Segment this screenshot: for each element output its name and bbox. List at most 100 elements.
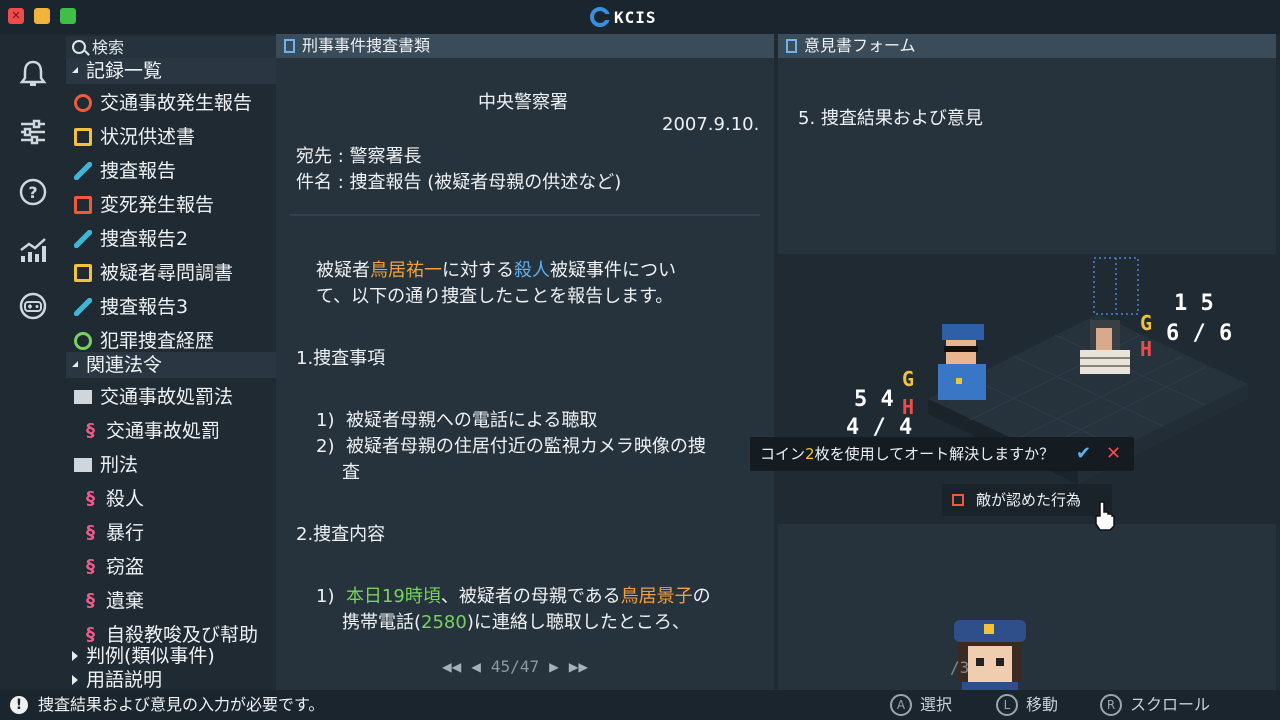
law-label: 交通事故処罰法 bbox=[100, 386, 234, 408]
hand-cursor-icon bbox=[1095, 501, 1115, 531]
warning-icon: ! bbox=[10, 696, 28, 714]
checkbox[interactable] bbox=[952, 494, 964, 506]
record-item[interactable]: 変死発生報告 bbox=[66, 188, 276, 222]
law-section-item[interactable]: § 窃盗 bbox=[66, 550, 276, 584]
record-item[interactable]: 状況供述書 bbox=[66, 120, 276, 154]
text-span: に対する bbox=[442, 260, 514, 281]
officer-sprite bbox=[938, 324, 986, 400]
record-label: 被疑者尋問調書 bbox=[100, 262, 234, 284]
right-attack-stat: 1 5 bbox=[1174, 291, 1214, 316]
section-1-item-1: 1) 被疑者母親への電話による聴取 bbox=[316, 406, 597, 432]
title-bar: ✕ KCIS bbox=[0, 0, 1280, 34]
file-icon bbox=[284, 39, 295, 53]
app-name: KCIS bbox=[614, 7, 657, 27]
section-sign-icon: § bbox=[86, 624, 95, 645]
icon-sidebar: ? bbox=[0, 34, 66, 690]
intro-line-2: て、以下の通り捜査したことを報告します。 bbox=[316, 286, 674, 307]
left-h-label: H bbox=[902, 395, 914, 419]
section-2-item-1: 1) 本日19時頃、被疑者の母親である鳥居景子の bbox=[316, 582, 711, 608]
hint-label: 選択 bbox=[920, 695, 953, 714]
phone-keyword[interactable]: 2580 bbox=[421, 612, 467, 633]
laws-heading-label: 関連法令 bbox=[86, 354, 163, 376]
maximize-button[interactable] bbox=[60, 8, 76, 24]
form-lower-area bbox=[778, 524, 1276, 690]
addressee: 宛先 : 警察署長 bbox=[296, 146, 422, 167]
confirm-check-icon[interactable]: ✔ bbox=[1076, 437, 1091, 471]
last-page-icon[interactable]: ▶▶ bbox=[569, 657, 588, 676]
hint-scroll: R スクロール bbox=[1100, 694, 1210, 716]
close-button[interactable]: ✕ bbox=[8, 8, 24, 24]
intro-line-1: 被疑者鳥居祐一に対する殺人被疑事件につい bbox=[316, 256, 676, 282]
law-section-item[interactable]: § 暴行 bbox=[66, 516, 276, 550]
hint-select: A 選択 bbox=[890, 694, 952, 716]
law-section-item[interactable]: § 交通事故処罰 bbox=[66, 414, 276, 448]
laws-section-heading[interactable]: 関連法令 bbox=[66, 352, 276, 378]
law-label: 交通事故処罰 bbox=[106, 420, 221, 442]
option-label: 敵が認めた行為 bbox=[976, 491, 1082, 509]
collapse-arrow-icon bbox=[72, 67, 78, 73]
bell-icon[interactable] bbox=[17, 58, 49, 90]
law-label: 刑法 bbox=[100, 454, 139, 476]
law-label: 自殺教唆及び幇助 bbox=[106, 624, 259, 646]
law-section-item[interactable]: § 遺棄 bbox=[66, 584, 276, 618]
record-tree-panel: 検索 記録一覧 交通事故発生報告 状況供述書捜査報告 変死発生報告 捜査報告2 被疑者尋… bbox=[66, 34, 276, 690]
opinion-form-tab[interactable]: 意見書フォーム bbox=[778, 34, 1276, 58]
pen-icon bbox=[74, 162, 92, 180]
law-section-item[interactable]: § 殺人 bbox=[66, 482, 276, 516]
time-keyword[interactable]: 本日19時頃 bbox=[346, 586, 441, 607]
document-tab[interactable]: 刑事事件捜査書類 bbox=[276, 34, 774, 58]
record-label: 捜査報告3 bbox=[100, 296, 189, 318]
mother-name[interactable]: 鳥居景子 bbox=[621, 586, 693, 607]
cancel-x-icon[interactable]: ✕ bbox=[1106, 437, 1121, 471]
opinion-form[interactable]: 5. 捜査結果および意見 bbox=[778, 58, 1276, 254]
section-2-title: 2.捜査内容 bbox=[296, 524, 386, 545]
record-label: 交通事故発生報告 bbox=[100, 92, 253, 114]
record-label: 状況供述書 bbox=[100, 126, 196, 148]
record-label: 犯罪捜査経歴 bbox=[100, 330, 215, 352]
precedents-heading-label: 判例(類似事件) bbox=[86, 645, 215, 667]
enemy-admitted-act-option[interactable]: 敵が認めた行為 bbox=[942, 484, 1112, 516]
help-icon[interactable]: ? bbox=[17, 176, 49, 208]
record-item[interactable]: 交通事故発生報告 bbox=[66, 86, 276, 120]
text-span: 被疑事件につい bbox=[550, 260, 676, 281]
record-item[interactable]: 捜査報告2 bbox=[66, 222, 276, 256]
text-span: 携帯電話( bbox=[342, 612, 422, 633]
first-page-icon[interactable]: ◀◀ bbox=[442, 657, 461, 676]
law-label: 窃盗 bbox=[106, 556, 145, 578]
chart-icon[interactable] bbox=[17, 234, 49, 266]
gamepad-icon[interactable] bbox=[17, 290, 49, 322]
glossary-section-heading[interactable]: 用語説明 bbox=[66, 668, 276, 690]
svg-text:?: ? bbox=[28, 183, 37, 202]
document-viewer[interactable]: 中央警察署 2007.9.10. 宛先 : 警察署長 件名 : 捜査報告 (被疑… bbox=[276, 58, 774, 690]
hint-label: 移動 bbox=[1026, 695, 1059, 714]
folder-icon bbox=[74, 458, 92, 472]
law-folder-item[interactable]: 交通事故処罰法 bbox=[66, 380, 276, 414]
right-hp-stat: 6 / 6 bbox=[1166, 321, 1232, 346]
section-1-item-2: 2) 被疑者母親の住居付近の監視カメラ映像の捜 bbox=[316, 432, 706, 458]
app-logo: KCIS bbox=[590, 6, 657, 28]
crime-keyword[interactable]: 殺人 bbox=[514, 260, 550, 281]
folder-icon bbox=[74, 390, 92, 404]
record-item[interactable]: 捜査報告3 bbox=[66, 290, 276, 324]
no-entry-icon bbox=[74, 94, 92, 112]
records-section-heading[interactable]: 記録一覧 bbox=[66, 58, 276, 84]
section-sign-icon: § bbox=[86, 590, 95, 611]
search-input[interactable]: 検索 bbox=[66, 36, 276, 60]
suspect-name[interactable]: 鳥居祐一 bbox=[370, 260, 442, 281]
text-span: 被疑者 bbox=[316, 260, 370, 281]
prev-page-icon[interactable]: ◀ bbox=[471, 657, 481, 676]
record-item[interactable]: 被疑者尋問調書 bbox=[66, 256, 276, 290]
sliders-icon[interactable] bbox=[17, 116, 49, 148]
total-pages: 47 bbox=[519, 656, 540, 676]
next-page-icon[interactable]: ▶ bbox=[549, 657, 559, 676]
law-folder-item[interactable]: 刑法 bbox=[66, 448, 276, 482]
section-1-title: 1.捜査事項 bbox=[296, 348, 386, 369]
precedents-section-heading[interactable]: 判例(類似事件) bbox=[66, 644, 276, 668]
form-tab-title: 意見書フォーム bbox=[804, 36, 916, 55]
section-sign-icon: § bbox=[86, 556, 95, 577]
text-span: )に連絡し聴取したところ、 bbox=[466, 612, 690, 633]
record-item[interactable]: 捜査報告 bbox=[66, 154, 276, 188]
minimize-button[interactable] bbox=[34, 8, 50, 24]
section-sign-icon: § bbox=[86, 488, 95, 509]
prompt-text: 枚を使用してオート解決しますか？ bbox=[814, 445, 1055, 463]
